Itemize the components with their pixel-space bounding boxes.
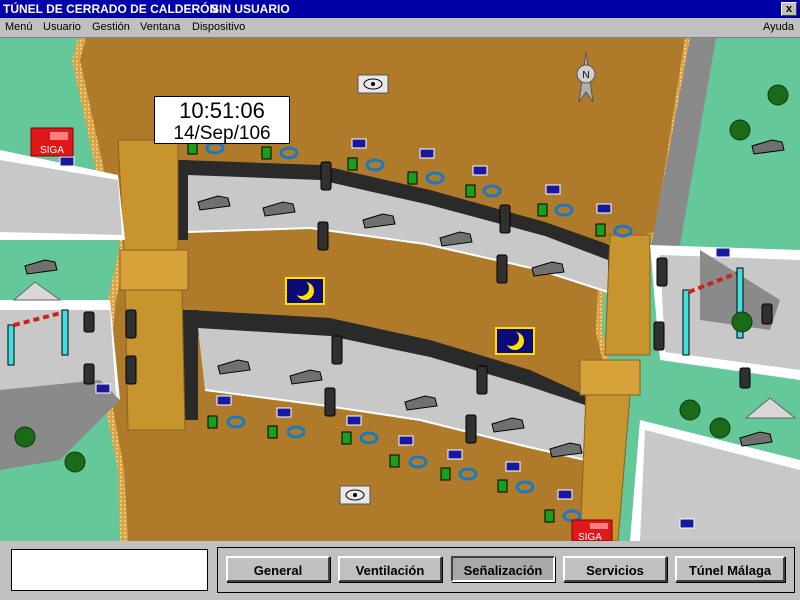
tunnel-map-svg: N SIGA SIGA [0, 38, 800, 541]
servicios-button[interactable]: Servicios [563, 556, 667, 582]
tunel-malaga-button[interactable]: Túnel Málaga [675, 556, 785, 582]
clock-time: 10:51:06 [179, 98, 265, 123]
siga-label-east: SIGA [578, 532, 602, 541]
clock-date: 14/Sep/106 [173, 123, 271, 144]
menu-item-menu[interactable]: Menú [5, 21, 33, 33]
menu-item-ventana[interactable]: Ventana [140, 21, 180, 33]
senalizacion-button[interactable]: Señalización [451, 556, 555, 582]
close-button[interactable]: x [781, 2, 797, 16]
menu-item-usuario[interactable]: Usuario [43, 21, 81, 33]
user-status: SIN USUARIO [211, 2, 290, 16]
tunnel-map: N SIGA SIGA 10:51:06 14/Sep/106 [0, 38, 800, 541]
camera-eye-icon-lower[interactable] [339, 485, 371, 505]
clock-display: 10:51:06 14/Sep/106 [154, 96, 290, 144]
compass-label: N [582, 70, 589, 81]
message-box [11, 549, 208, 591]
siga-label: SIGA [40, 145, 64, 156]
ventilacion-button[interactable]: Ventilación [338, 556, 442, 582]
east-portal-upper [604, 234, 651, 356]
title-bar: TÚNEL DE CERRADO DE CALDERÓN SIN USUARIO… [0, 0, 800, 18]
menu-item-dispositivo[interactable]: Dispositivo [192, 21, 245, 33]
camera-eye-icon[interactable] [357, 74, 389, 94]
siga-box-west[interactable]: SIGA [30, 127, 74, 157]
menu-bar: Menú Usuario Gestión Ventana Dispositivo… [0, 18, 800, 38]
window-title: TÚNEL DE CERRADO DE CALDERÓN [3, 2, 219, 16]
moon-icon-lower[interactable] [495, 327, 535, 355]
general-button[interactable]: General [226, 556, 330, 582]
menu-item-ayuda[interactable]: Ayuda [763, 21, 794, 33]
siga-box-east[interactable]: SIGA [571, 519, 613, 541]
menu-item-gestion[interactable]: Gestión [92, 21, 130, 33]
moon-icon[interactable] [285, 277, 325, 305]
